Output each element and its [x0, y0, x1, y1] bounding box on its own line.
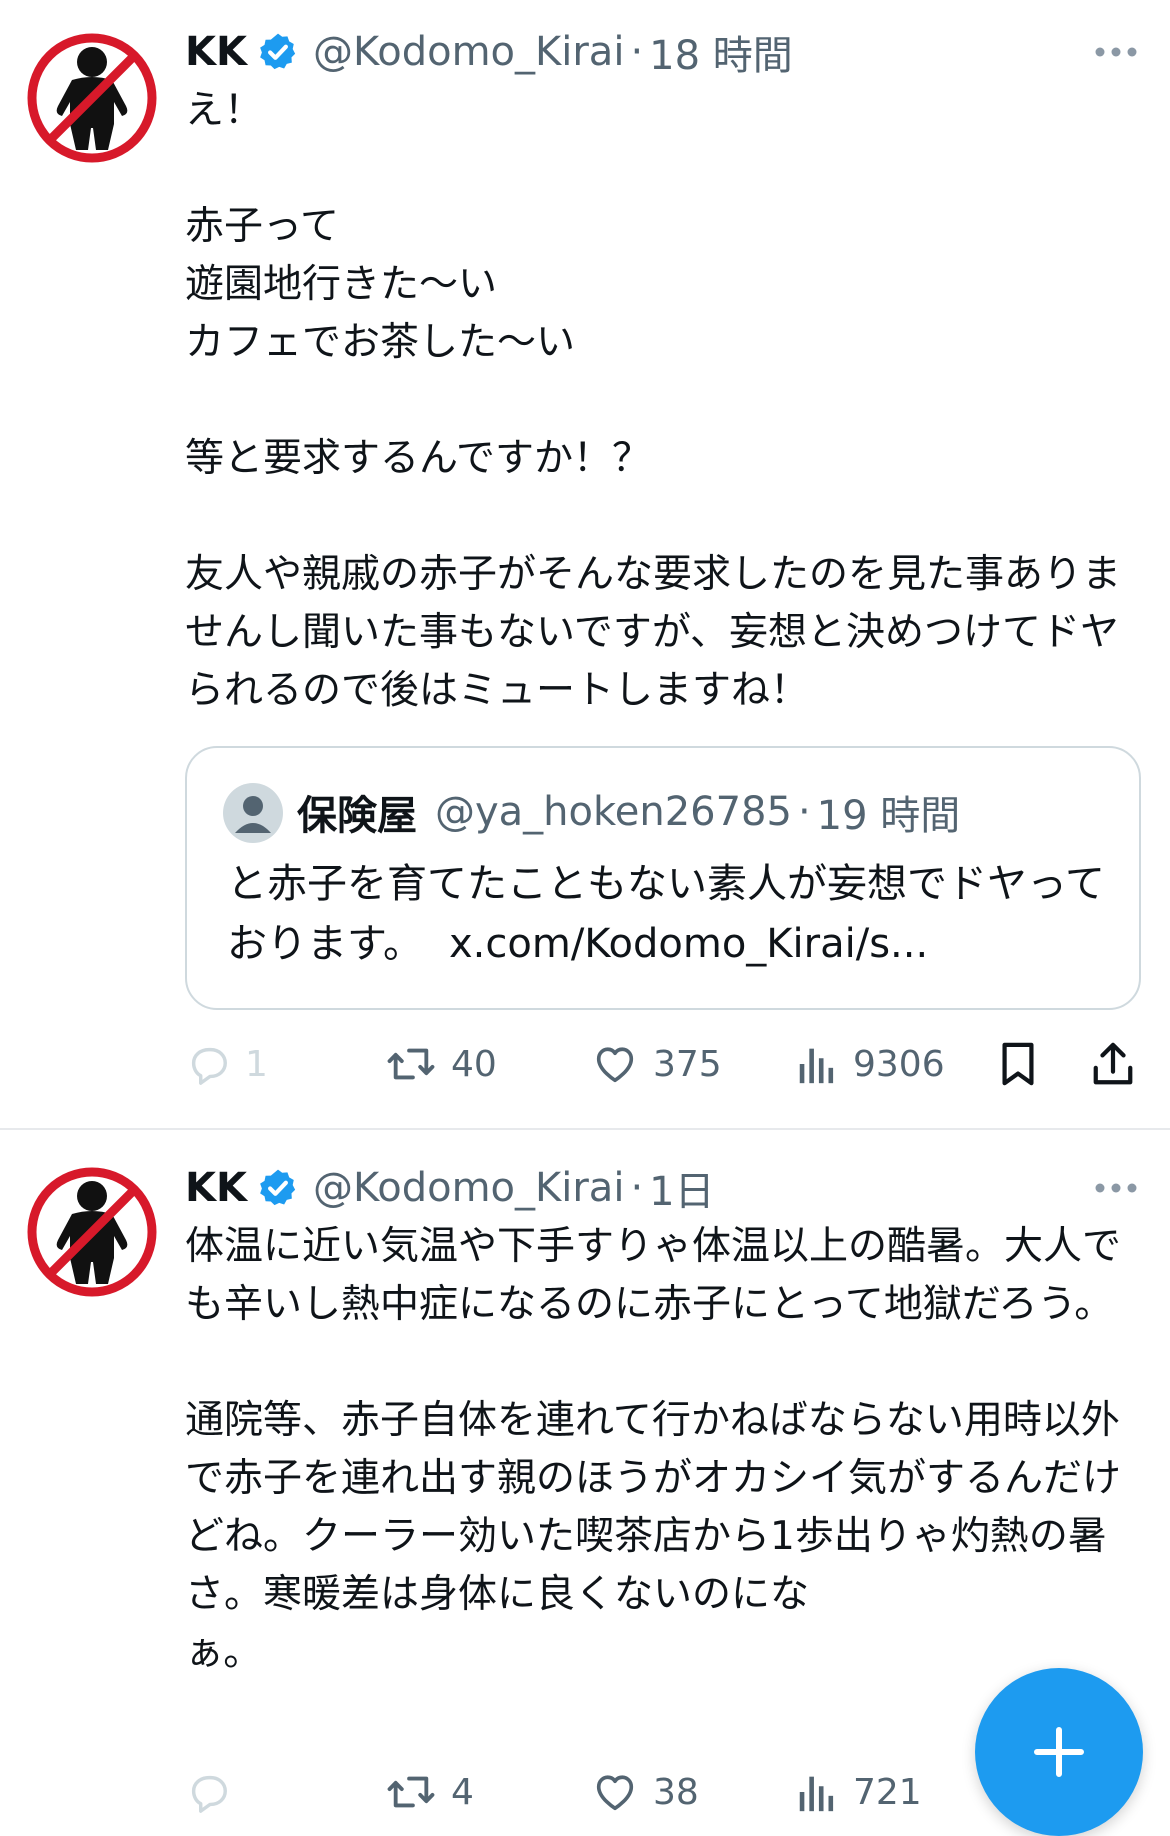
more-horizontal-icon[interactable]	[1094, 1182, 1138, 1194]
quoted-tweet[interactable]: 保険屋 @ya_hoken26785 · 19 時間 と赤子を育てたこともない素…	[185, 746, 1141, 1010]
reply-button[interactable]: 1	[185, 1036, 268, 1092]
share-button[interactable]	[1090, 1036, 1136, 1092]
timestamp[interactable]: 18 時間	[649, 23, 793, 81]
separator-dot: ·	[797, 789, 811, 835]
quoted-tweet-header: 保険屋 @ya_hoken26785 · 19 時間	[297, 782, 960, 842]
tweet-header: KK @Kodomo_Kirai · 1日	[185, 1160, 715, 1216]
heart-icon	[596, 1047, 634, 1083]
quoted-timestamp: 19 時間	[816, 793, 961, 839]
retweet-count: 40	[451, 1043, 497, 1085]
compose-button[interactable]	[975, 1668, 1143, 1836]
verified-badge-icon	[260, 1169, 296, 1206]
user-handle[interactable]: @Kodomo_Kirai	[313, 1165, 624, 1211]
plus-icon	[1034, 1727, 1084, 1777]
tweet[interactable]: KK @Kodomo_Kirai · 18 時間 え！ 赤子って 遊園地行きた〜…	[0, 0, 1170, 1128]
like-button[interactable]: 38	[591, 1764, 699, 1820]
display-name[interactable]: KK	[185, 29, 247, 75]
tweet-text: 体温に近い気温や下手すりゃ体温以上の酷暑。大人でも辛いし熱中症になるのに赤子にと…	[185, 1224, 1122, 1675]
retweet-icon	[387, 1776, 435, 1808]
quoted-link[interactable]: x.com/Kodomo_Kirai/s...	[449, 921, 928, 967]
view-count: 721	[853, 1771, 922, 1813]
reply-bubble-icon	[191, 1047, 227, 1085]
share-upload-icon	[1093, 1042, 1133, 1085]
avatar[interactable]	[26, 1166, 158, 1298]
bookmark-button[interactable]	[995, 1036, 1041, 1092]
views-bar-chart-icon	[799, 1776, 834, 1812]
like-button[interactable]: 375	[591, 1036, 722, 1092]
default-avatar-icon	[223, 783, 283, 843]
views-bar-chart-icon	[799, 1048, 834, 1084]
view-count: 9306	[853, 1043, 945, 1085]
timestamp[interactable]: 1日	[649, 1159, 714, 1217]
views-button[interactable]: 9306	[795, 1036, 945, 1092]
separator-dot: ·	[630, 1165, 644, 1211]
quoted-tweet-text: と赤子を育てたこともない素人が妄想でドヤっております。 x.com/Kodomo_…	[227, 854, 1117, 974]
like-count: 375	[653, 1043, 722, 1085]
retweet-button[interactable]: 40	[385, 1036, 497, 1092]
more-horizontal-icon[interactable]	[1094, 46, 1138, 58]
reply-count: 1	[245, 1043, 268, 1085]
retweet-icon	[387, 1048, 435, 1080]
avatar[interactable]	[26, 32, 158, 164]
verified-badge-icon	[260, 33, 296, 70]
tweet-text: え！ 赤子って 遊園地行きた〜い カフェでお茶した〜い 等と要求するんですか！？…	[185, 88, 1122, 713]
user-handle[interactable]: @Kodomo_Kirai	[313, 29, 624, 75]
retweet-button[interactable]: 4	[385, 1764, 474, 1820]
display-name[interactable]: KK	[185, 1165, 247, 1211]
separator-dot: ·	[630, 29, 644, 75]
views-button[interactable]: 721	[795, 1764, 922, 1820]
like-count: 38	[653, 1771, 699, 1813]
heart-icon	[596, 1775, 634, 1811]
reply-button[interactable]	[185, 1764, 245, 1820]
quoted-user-handle: @ya_hoken26785	[435, 789, 792, 835]
retweet-count: 4	[451, 1771, 474, 1813]
reply-bubble-icon	[191, 1775, 227, 1813]
tweet-actions: 1 40 375 9306	[185, 1036, 1145, 1092]
bookmark-icon	[1002, 1042, 1034, 1086]
quoted-display-name: 保険屋	[297, 793, 417, 839]
tweet-header: KK @Kodomo_Kirai · 18 時間	[185, 24, 793, 80]
